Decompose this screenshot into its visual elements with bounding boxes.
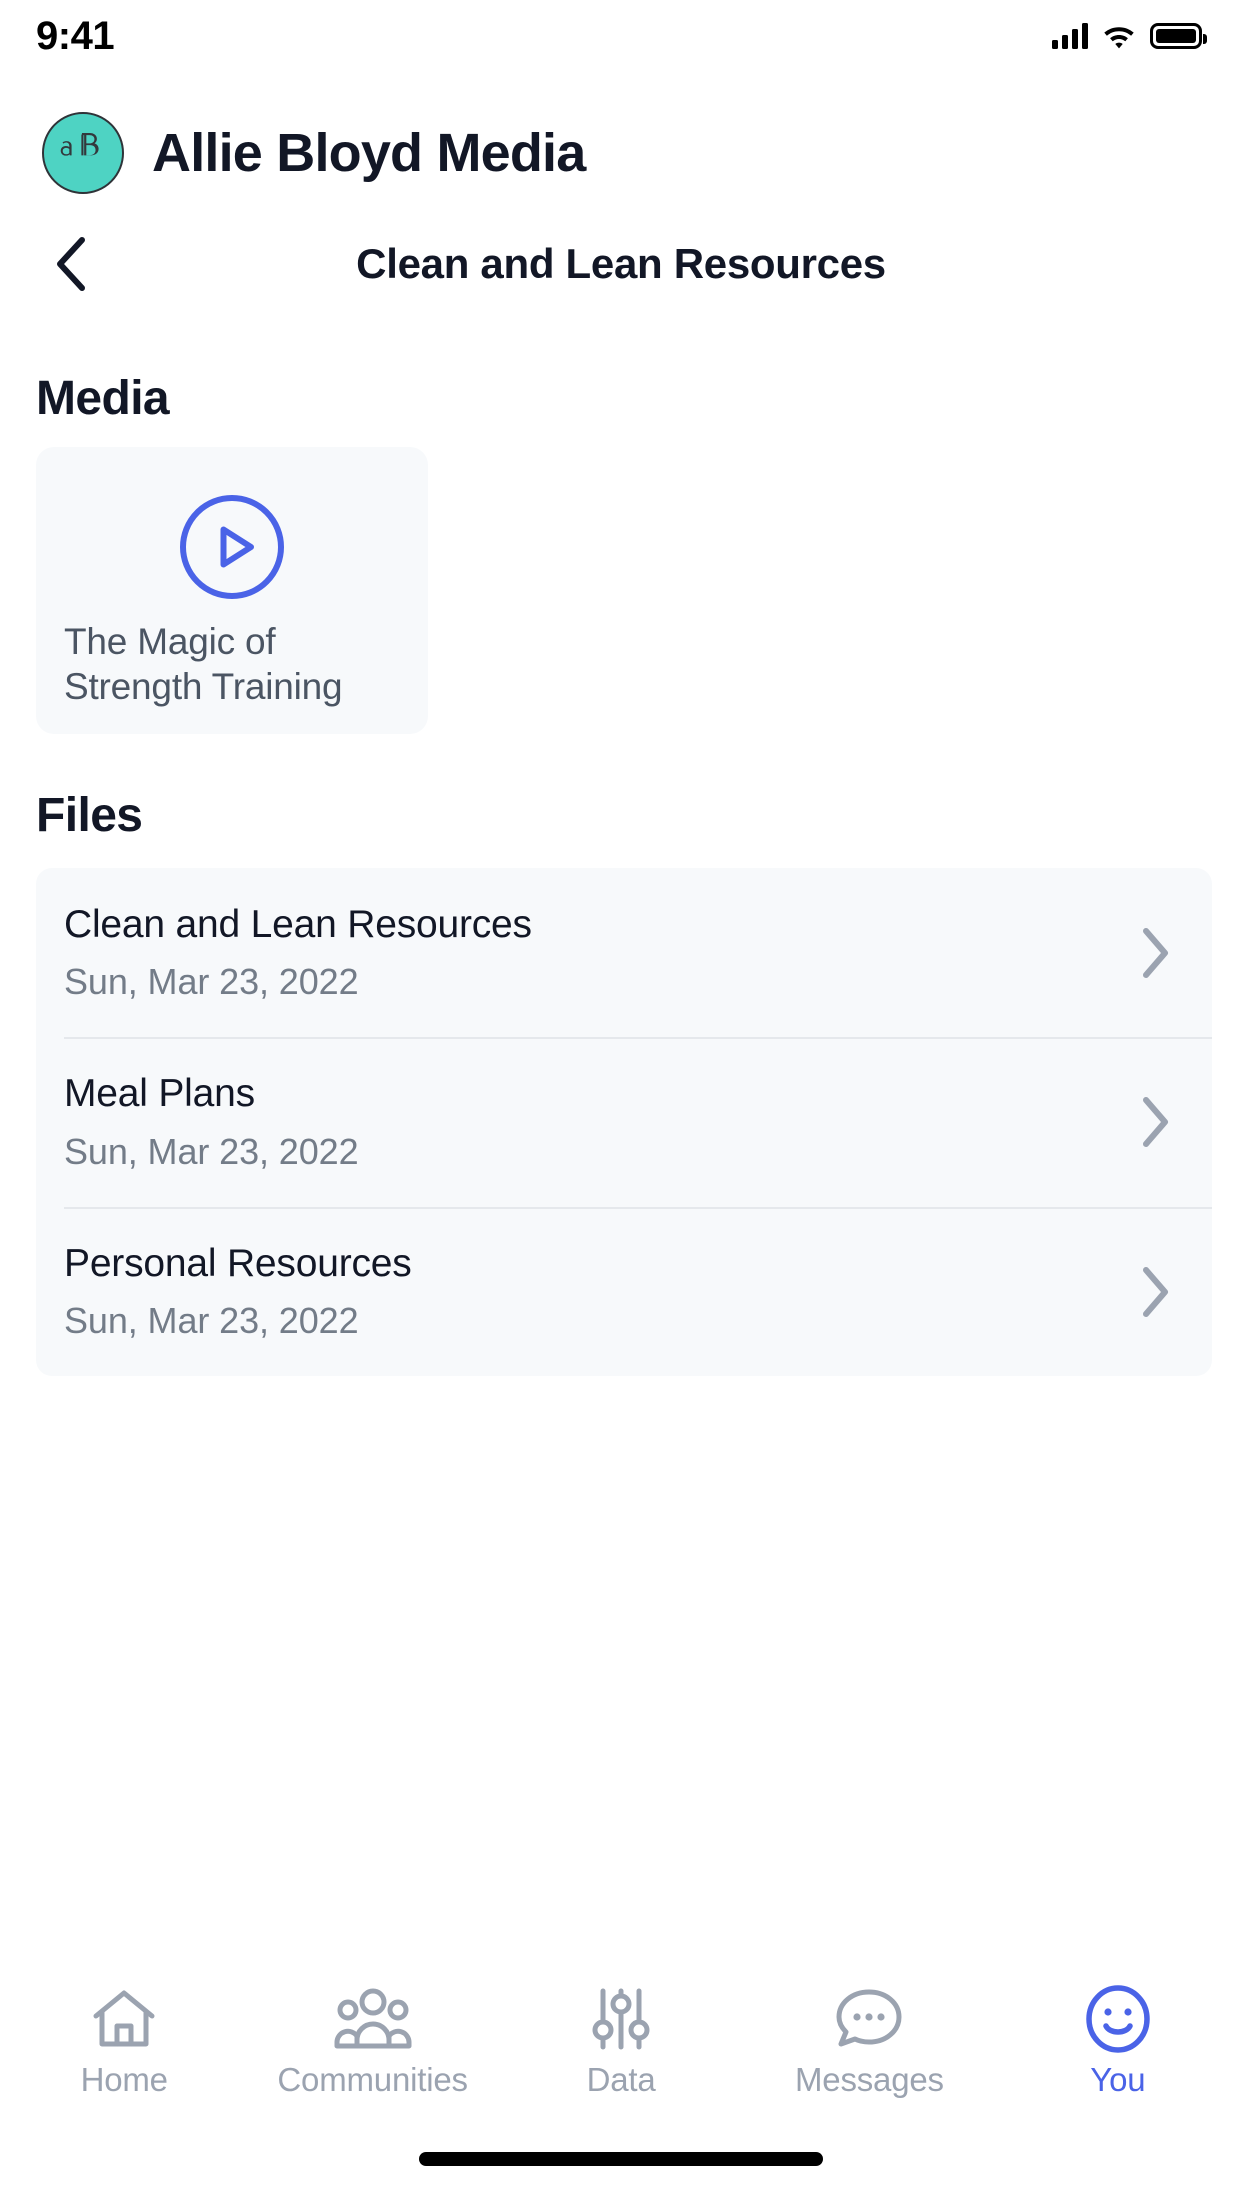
files-list: Clean and Lean Resources Sun, Mar 23, 20… bbox=[36, 868, 1212, 1377]
bottom-tab-bar: Home Communities Data Messages You bbox=[0, 1960, 1242, 2120]
chat-bubble-icon bbox=[833, 1985, 905, 2053]
wifi-icon bbox=[1104, 27, 1134, 49]
sliders-icon bbox=[591, 1985, 651, 2053]
file-date: Sun, Mar 23, 2022 bbox=[64, 1130, 359, 1172]
tab-label: You bbox=[1090, 2060, 1146, 2098]
file-row[interactable]: Meal Plans Sun, Mar 23, 2022 bbox=[36, 1037, 1212, 1206]
page-title: Clean and Lean Resources bbox=[356, 240, 886, 287]
chevron-right-icon bbox=[1143, 1097, 1168, 1148]
play-button[interactable] bbox=[36, 493, 428, 601]
tab-label: Communities bbox=[277, 2060, 468, 2098]
file-row-disclosure[interactable] bbox=[1128, 1265, 1184, 1319]
file-row[interactable]: Personal Resources Sun, Mar 23, 2022 bbox=[36, 1206, 1212, 1376]
ab-monogram-icon bbox=[60, 133, 99, 156]
tab-label: Messages bbox=[795, 2060, 944, 2098]
files-section-heading: Files bbox=[36, 789, 143, 842]
chevron-left-icon bbox=[57, 237, 85, 291]
file-name: Personal Resources bbox=[64, 1241, 412, 1285]
tab-messages[interactable]: Messages bbox=[745, 1960, 993, 2120]
file-row[interactable]: Clean and Lean Resources Sun, Mar 23, 20… bbox=[36, 868, 1212, 1037]
tab-communities[interactable]: Communities bbox=[248, 1960, 496, 2120]
chevron-right-icon bbox=[1143, 1266, 1168, 1317]
status-bar-indicators bbox=[1052, 23, 1207, 49]
back-button[interactable] bbox=[40, 232, 104, 296]
home-indicator bbox=[419, 2152, 823, 2166]
battery-full-icon bbox=[1150, 23, 1207, 49]
media-list: The Magic of Strength Training bbox=[36, 447, 428, 734]
navigation-bar: Clean and Lean Resources bbox=[0, 225, 1242, 303]
file-row-text: Personal Resources Sun, Mar 23, 2022 bbox=[64, 1241, 1128, 1342]
media-card-video[interactable]: The Magic of Strength Training bbox=[36, 447, 428, 734]
file-name: Meal Plans bbox=[64, 1072, 255, 1116]
brand-name: Allie Bloyd Media bbox=[152, 123, 586, 183]
file-row-text: Clean and Lean Resources Sun, Mar 23, 20… bbox=[64, 902, 1128, 1003]
home-icon bbox=[88, 1985, 160, 2053]
status-bar-time: 9:41 bbox=[36, 14, 115, 58]
status-bar: 9:41 bbox=[0, 0, 1242, 72]
file-row-disclosure[interactable] bbox=[1128, 926, 1184, 980]
file-date: Sun, Mar 23, 2022 bbox=[64, 961, 359, 1003]
smiley-face-icon bbox=[1084, 1984, 1152, 2053]
play-circle-icon bbox=[180, 495, 284, 599]
people-group-icon bbox=[333, 1985, 413, 2053]
tab-home[interactable]: Home bbox=[0, 1960, 248, 2120]
media-section-heading: Media bbox=[36, 372, 170, 425]
chevron-right-icon bbox=[1143, 927, 1168, 978]
tab-label: Data bbox=[586, 2060, 656, 2098]
app-screen: 9:41 Allie Bloyd Media Clean and Lean Re… bbox=[0, 0, 1242, 2208]
file-name: Clean and Lean Resources bbox=[64, 903, 532, 946]
file-row-text: Meal Plans Sun, Mar 23, 2022 bbox=[64, 1071, 1128, 1172]
brand-header: Allie Bloyd Media bbox=[42, 112, 586, 194]
brand-logo bbox=[42, 112, 124, 194]
media-card-title: The Magic of Strength Training bbox=[64, 621, 343, 708]
signal-bars-icon bbox=[1052, 23, 1088, 49]
tab-data[interactable]: Data bbox=[497, 1960, 745, 2120]
tab-you[interactable]: You bbox=[994, 1960, 1242, 2120]
file-row-disclosure[interactable] bbox=[1128, 1095, 1184, 1149]
tab-label: Home bbox=[80, 2060, 168, 2098]
file-date: Sun, Mar 23, 2022 bbox=[64, 1299, 359, 1341]
